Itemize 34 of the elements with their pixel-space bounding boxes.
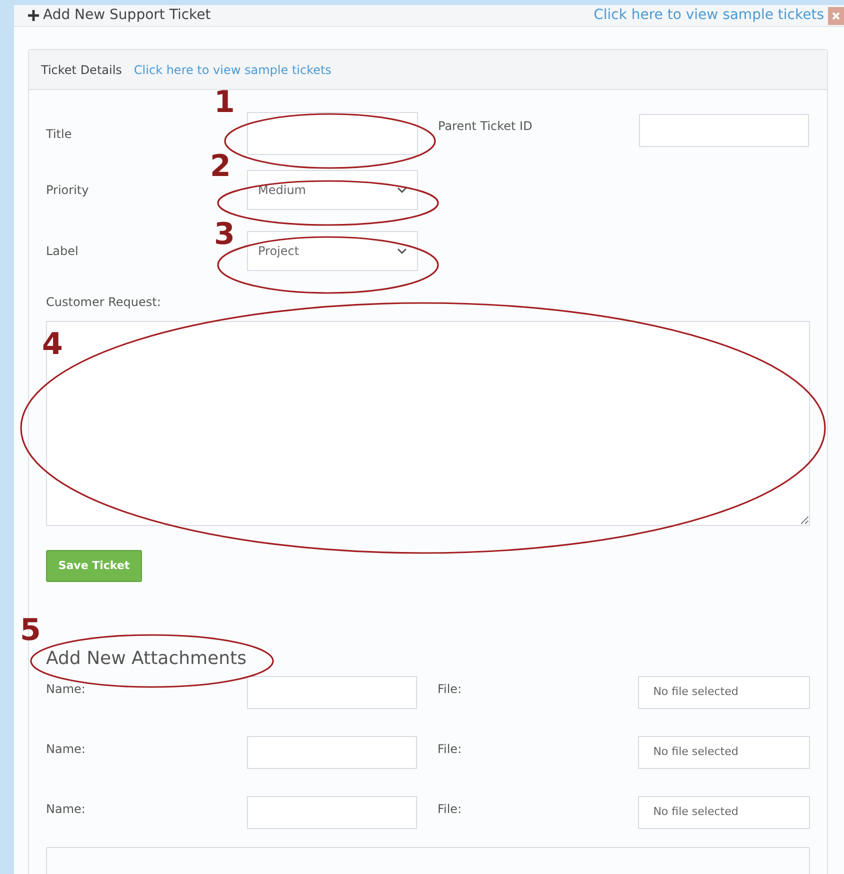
file-label: File: — [437, 801, 463, 818]
customer-request-label: Customer Request: — [46, 294, 162, 311]
file-label: File: — [437, 741, 463, 758]
parent-ticket-field[interactable] — [639, 114, 809, 147]
card-title: Ticket Details — [41, 62, 122, 78]
callout-number: 5 — [20, 616, 41, 646]
file-field[interactable]: No file selected — [638, 796, 810, 829]
title-label: Title — [46, 126, 73, 142]
chevron-down-icon — [397, 187, 407, 193]
callout-number: 4 — [42, 330, 63, 360]
name-label: Name: — [46, 681, 86, 698]
name-label: Name: — [46, 741, 86, 758]
label-select[interactable]: Project — [247, 231, 418, 271]
callout-number: 2 — [210, 152, 231, 182]
priority-label: Priority — [46, 182, 90, 199]
title-field[interactable] — [247, 112, 418, 155]
attachments-heading: Add New Attachments — [46, 647, 248, 671]
name-field[interactable] — [246, 736, 418, 769]
file-label: File: — [437, 681, 463, 698]
callout-number: 1 — [214, 88, 235, 118]
priority-select[interactable]: Medium — [247, 170, 418, 210]
label-label: Label — [46, 243, 80, 260]
file-field[interactable]: No file selected — [638, 736, 810, 769]
name-field[interactable] — [246, 676, 418, 709]
callout-number: 3 — [214, 220, 235, 250]
parent-ticket-label: Parent Ticket ID — [438, 118, 534, 135]
name-label: Name: — [46, 801, 86, 818]
file-field[interactable]: No file selected — [638, 676, 810, 709]
plus-icon — [28, 10, 39, 21]
chevron-down-icon — [397, 248, 407, 254]
close-button[interactable] — [828, 6, 844, 24]
name-field[interactable] — [246, 796, 418, 829]
close-icon — [832, 12, 840, 20]
page-title: Add New Support Ticket — [43, 6, 211, 25]
